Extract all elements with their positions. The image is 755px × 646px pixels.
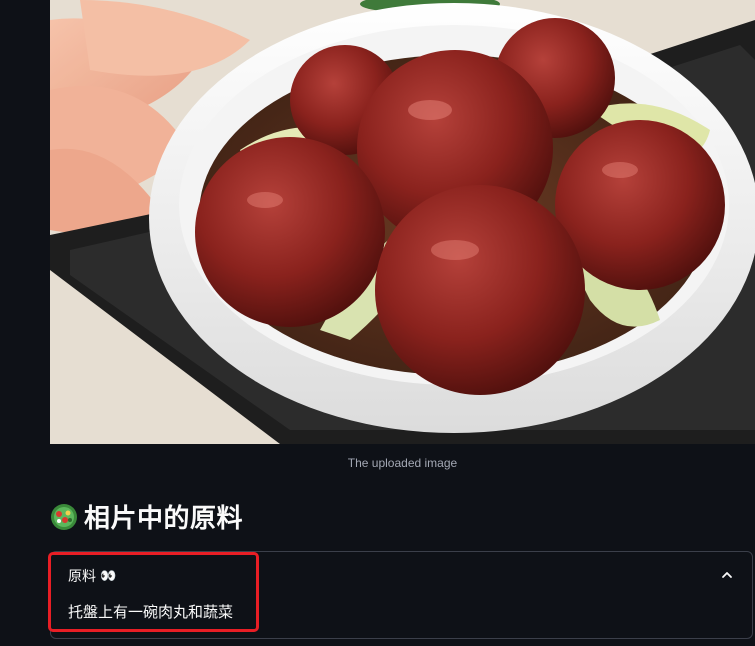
- salad-bowl-icon: [50, 503, 78, 531]
- section-title-text: 相片中的原料: [84, 504, 244, 534]
- image-caption: The uploaded image: [347, 456, 458, 470]
- uploaded-image: [50, 0, 755, 444]
- expander-header[interactable]: 原料 👀: [68, 566, 116, 586]
- page-title: 相片中的原料: [50, 498, 243, 535]
- expander-body-text: 托盤上有一碗肉丸和蔬菜: [68, 603, 234, 621]
- ingredients-expander[interactable]: 原料 👀 托盤上有一碗肉丸和蔬菜: [50, 551, 753, 639]
- food-photo: [50, 0, 755, 444]
- chevron-up-icon[interactable]: [720, 568, 734, 582]
- expander-label: 原料: [68, 569, 96, 585]
- eyes-icon: 👀: [100, 568, 116, 584]
- app-root: The uploaded image 相片中的原料 原料 👀 托盤上有一碗肉丸和…: [0, 0, 755, 646]
